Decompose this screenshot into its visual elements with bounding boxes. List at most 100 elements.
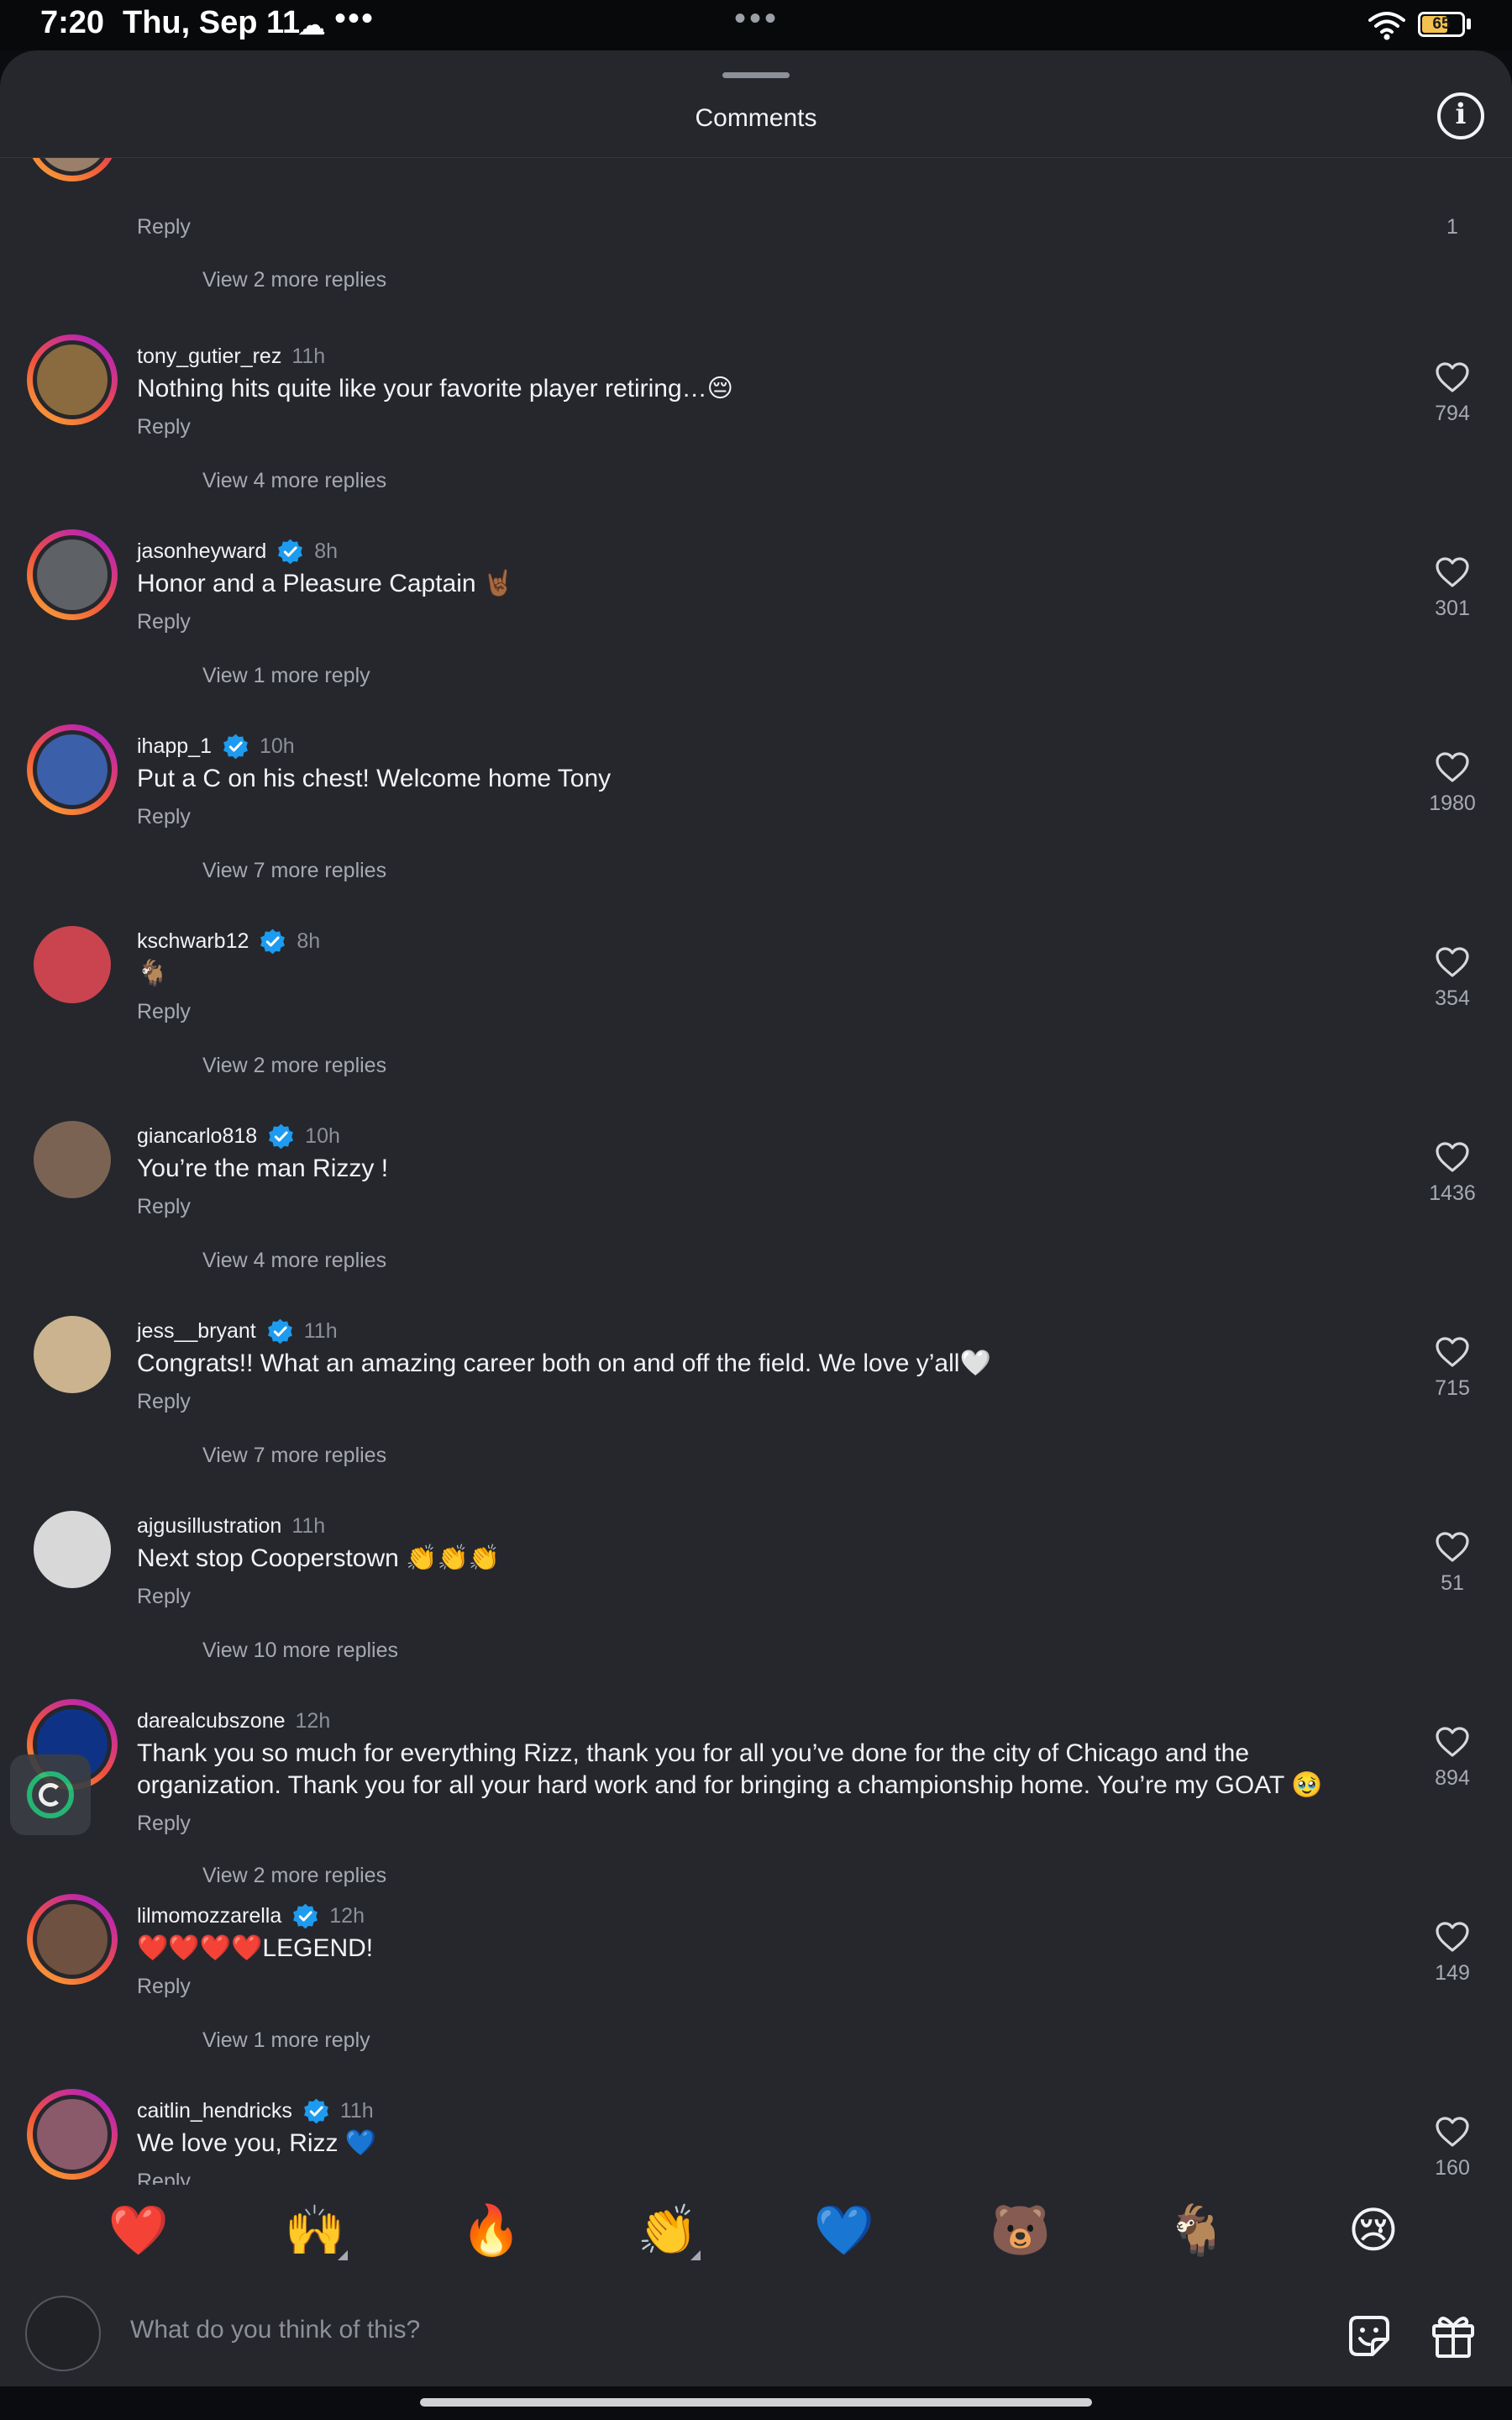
username[interactable]: caitlin_hendricks [137,2099,292,2123]
avatar[interactable] [27,1114,118,1205]
home-indicator[interactable] [420,2398,1092,2407]
comment-input[interactable] [130,2316,1306,2344]
verified-badge-icon [267,1318,292,1344]
avatar[interactable] [27,1504,118,1595]
reply-button[interactable]: Reply [137,415,191,439]
view-replies-button[interactable]: View 1 more reply [202,2028,370,2053]
avatar[interactable] [27,158,118,182]
comment-text: Thank you so much for everything Rizz, t… [137,1739,1323,1799]
reply-button[interactable]: Reply [137,1812,191,1836]
comment-time: 8h [314,539,339,563]
blue-heart-emoji-button[interactable]: 💙 [798,2202,890,2260]
reply-button[interactable]: Reply [137,1585,191,1609]
avatar[interactable] [27,919,118,1010]
comment-composer [0,2279,1512,2386]
comment-header: jasonheyward 8h [137,534,338,568]
like-count: 51 [1441,1571,1464,1595]
info-icon: i [1455,97,1467,131]
heart-icon[interactable] [1435,361,1470,393]
status-bar: 7:20 Thu, Sep 11 ☁ ••• ••• 65 [0,0,1512,50]
comment-header: lilmomozzarella 12h [137,1899,365,1933]
sticker-icon[interactable] [1346,2312,1393,2360]
comment-text: Honor and a Pleasure Captain 🤘🏾 [137,570,515,597]
sheet-title: Comments [695,104,817,132]
heart-icon[interactable] [1435,946,1470,978]
verified-badge-icon [223,734,248,759]
reply-button[interactable]: Reply [137,805,191,829]
reply-button[interactable]: Reply [137,1975,191,1999]
view-replies-button[interactable]: View 2 more replies [202,1864,386,1888]
view-replies-button[interactable]: View 4 more replies [202,469,386,493]
like-count: 354 [1435,986,1470,1010]
battery-level: 65 [1432,15,1451,33]
like-count: 715 [1435,1376,1470,1400]
reply-button[interactable]: Reply [137,2170,191,2185]
view-replies-button[interactable]: View 2 more replies [202,268,386,292]
view-replies-button[interactable]: View 7 more replies [202,1444,386,1468]
verified-badge-icon [269,1123,294,1149]
heart-emoji-button[interactable]: ❤️ [92,2202,185,2260]
heart-icon[interactable] [1435,556,1470,588]
more-notifications-icon: ••• [334,0,375,37]
avatar[interactable] [27,334,118,425]
comment-item: lilmomozzarella 12h ❤️❤️❤️❤️LEGEND! Repl… [0,1894,1512,2089]
comment-item: jess__bryant 11h Congrats!! What an amaz… [0,1309,1512,1504]
comment-time: 10h [305,1123,340,1148]
username[interactable]: tony_gutier_rez [137,345,281,369]
drag-handle[interactable] [722,72,790,78]
username[interactable]: lilmomozzarella [137,1904,281,1928]
avatar[interactable] [27,1309,118,1400]
username[interactable]: darealcubszone [137,1709,286,1733]
comment-header: ajgusillustration 11h [137,1509,325,1543]
wifi-icon [1368,12,1405,40]
reply-button[interactable]: Reply [137,1390,191,1414]
comments-sheet: Comments i Reply 1 View 2 more replies t… [0,50,1512,2386]
comment-text: Nothing hits quite like your favorite pl… [137,375,733,402]
username[interactable]: jess__bryant [137,1319,256,1344]
comment-text: Put a C on his chest! Welcome home Tony [137,765,612,792]
comment-item: jasonheyward 8h Honor and a Pleasure Cap… [0,529,1512,724]
comment-header: giancarlo818 10h [137,1119,340,1153]
avatar[interactable] [27,724,118,815]
username[interactable]: giancarlo818 [137,1124,257,1149]
info-button[interactable]: i [1437,92,1484,139]
view-replies-button[interactable]: View 1 more reply [202,664,370,688]
view-replies-button[interactable]: View 4 more replies [202,1249,386,1273]
goat-emoji-button[interactable]: 🐐 [1151,2202,1243,2260]
floating-app-bubble[interactable] [10,1754,91,1835]
comment-time: 12h [329,1903,365,1928]
heart-icon[interactable] [1435,751,1470,783]
reply-button[interactable]: Reply [137,215,191,239]
comment-item: ajgusillustration 11h Next stop Cooperst… [0,1504,1512,1699]
reply-button[interactable]: Reply [137,610,191,634]
view-replies-button[interactable]: View 10 more replies [202,1639,398,1663]
reply-button[interactable]: Reply [137,1000,191,1024]
like-count: 894 [1435,1766,1470,1790]
heart-icon[interactable] [1435,1141,1470,1173]
reply-button[interactable]: Reply [137,1195,191,1219]
crying-face-emoji-button[interactable]: 😢 [1327,2202,1420,2260]
avatar[interactable] [27,1894,118,1985]
heart-icon[interactable] [1435,2116,1470,2148]
heart-icon[interactable] [1435,1336,1470,1368]
username[interactable]: kschwarb12 [137,929,249,954]
view-replies-button[interactable]: View 2 more replies [202,1054,386,1078]
heart-icon[interactable] [1435,1921,1470,1953]
username[interactable]: ihapp_1 [137,734,212,759]
bear-emoji-button[interactable]: 🐻 [974,2202,1067,2260]
avatar[interactable] [27,529,118,620]
heart-icon[interactable] [1435,1531,1470,1563]
comment-header: tony_gutier_rez 11h [137,339,325,373]
username[interactable]: ajgusillustration [137,1514,281,1539]
view-replies-button[interactable]: View 7 more replies [202,859,386,883]
avatar[interactable] [27,2089,118,2180]
fire-emoji-button[interactable]: 🔥 [445,2202,538,2260]
comment-item: giancarlo818 10h You’re the man Rizzy ! … [0,1114,1512,1309]
window-menu-icon[interactable]: ••• [734,0,780,38]
username[interactable]: jasonheyward [137,539,266,564]
gift-icon[interactable] [1430,2311,1477,2360]
heart-icon[interactable] [1435,1726,1470,1758]
comment-header: jess__bryant 11h [137,1314,338,1348]
comment-time: 11h [303,1318,338,1343]
comments-list[interactable]: Reply 1 View 2 more replies tony_gutier_… [0,158,1512,2185]
